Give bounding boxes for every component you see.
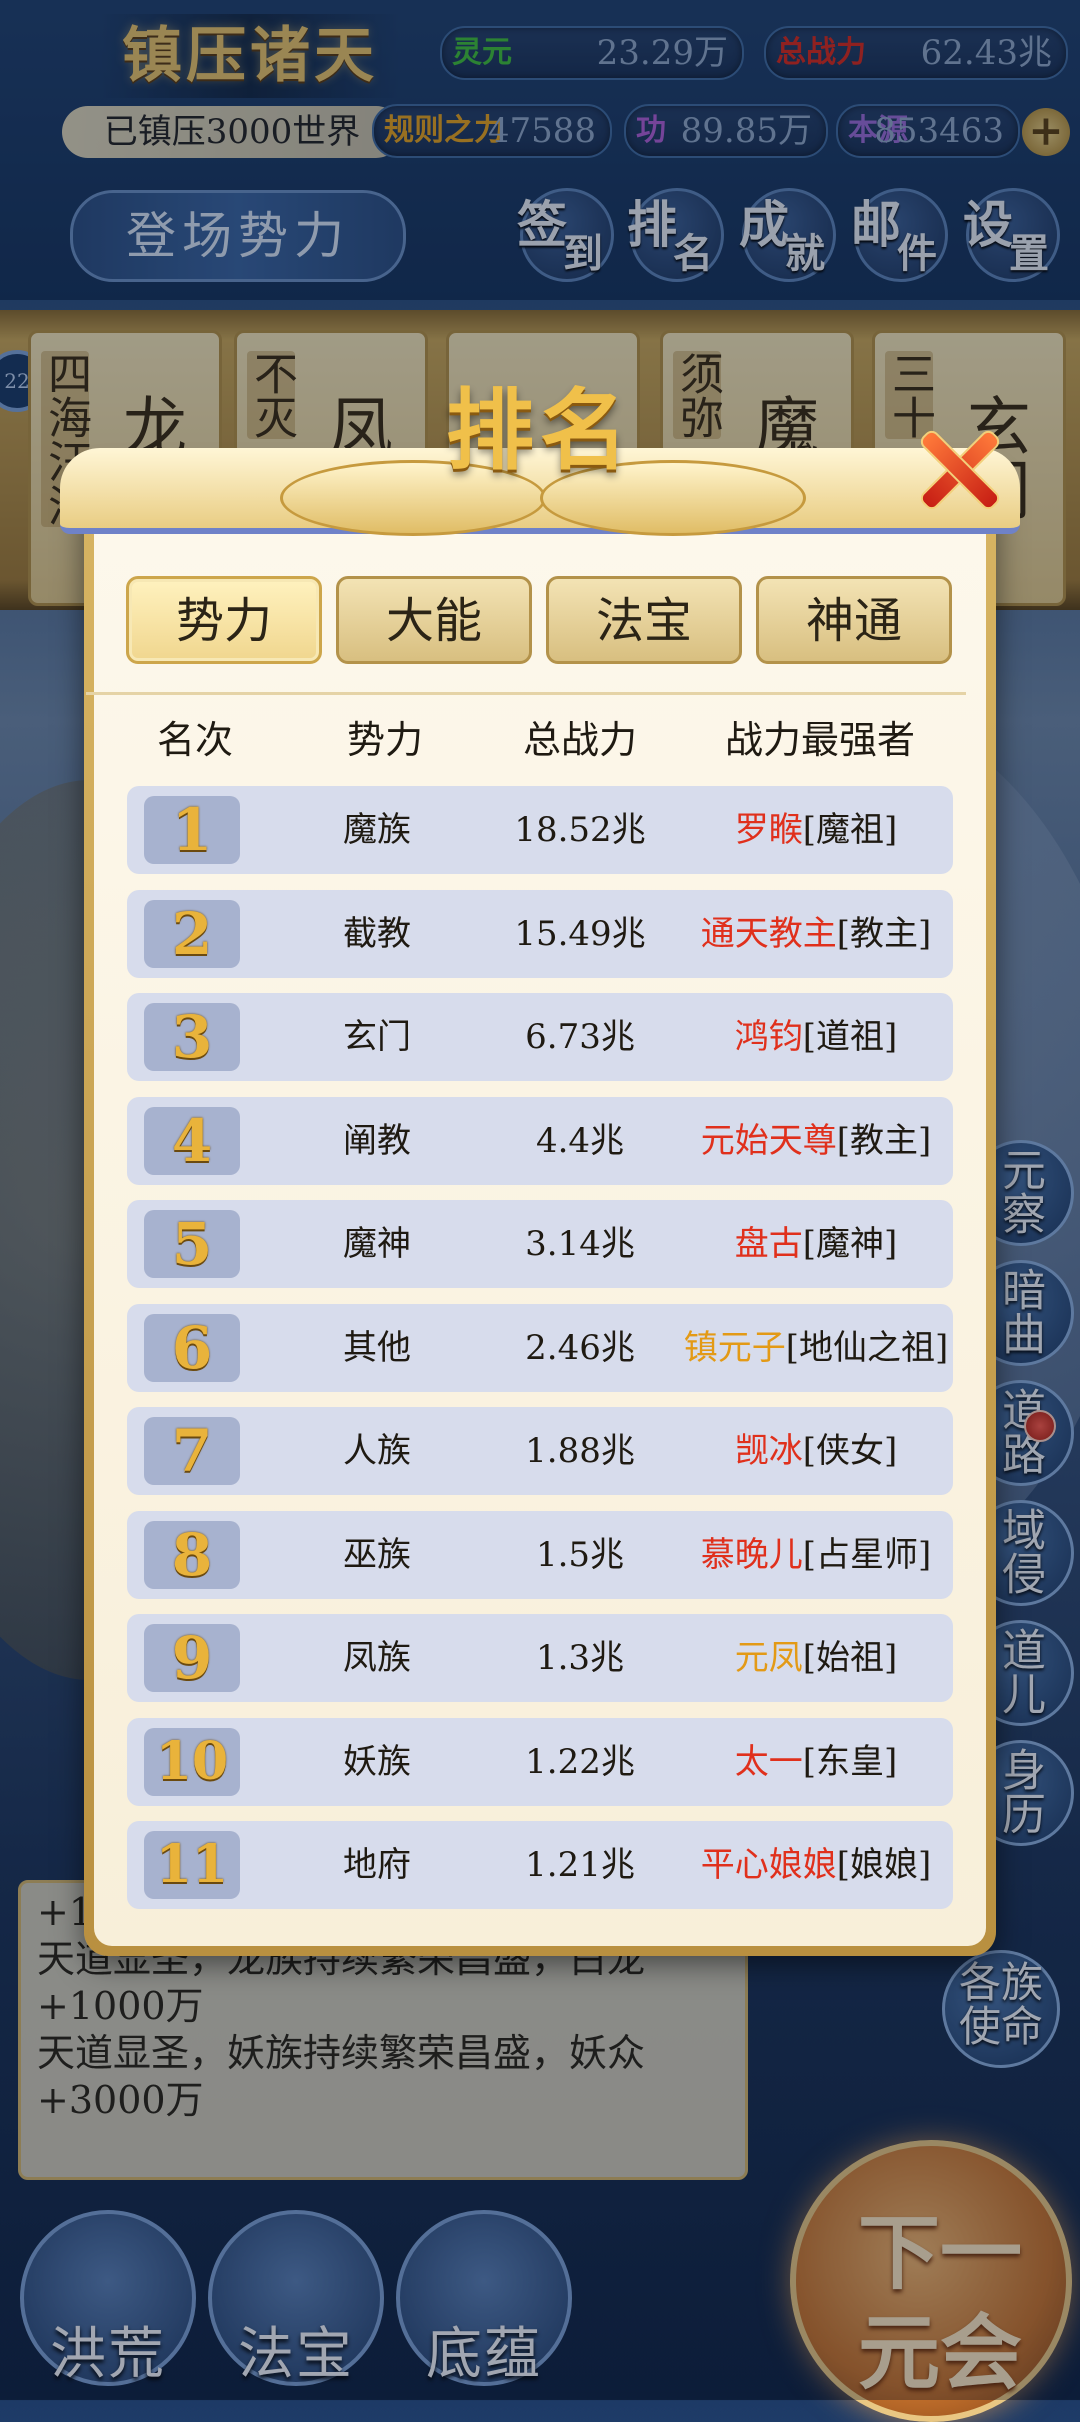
rank-number: 1 bbox=[144, 796, 240, 864]
tab-great-powers[interactable]: 大能 bbox=[336, 576, 532, 664]
strongest-cell: 平心娘娘[娘娘] bbox=[679, 1821, 953, 1909]
hero-name: 太一 bbox=[734, 1741, 803, 1782]
rank-number: 3 bbox=[144, 1003, 240, 1071]
force-name: 人族 bbox=[343, 1431, 411, 1471]
total-power: 1.88兆 bbox=[525, 1431, 635, 1471]
force-name: 妖族 bbox=[343, 1741, 411, 1782]
strongest-cell: 太一[东皇] bbox=[679, 1718, 953, 1806]
hero-name: 通天教主 bbox=[700, 913, 837, 954]
total-power: 6.73兆 bbox=[525, 1017, 635, 1057]
force-name: 阐教 bbox=[343, 1120, 411, 1161]
rank-number: 9 bbox=[144, 1624, 240, 1692]
force-name: 其他 bbox=[343, 1327, 411, 1368]
strongest-cell: 罗睺[魔祖] bbox=[679, 786, 953, 874]
strongest-cell: 镇元子[地仙之祖] bbox=[679, 1304, 953, 1392]
total-power: 1.5兆 bbox=[535, 1534, 625, 1575]
force-name: 巫族 bbox=[343, 1534, 411, 1575]
rank-number: 8 bbox=[144, 1520, 240, 1589]
strongest-cell: 鸿钧[道祖] bbox=[679, 993, 953, 1081]
hero-name: 罗睺 bbox=[734, 810, 803, 850]
total-power: 18.52兆 bbox=[514, 810, 646, 850]
strongest-cell: 盘古[魔神] bbox=[679, 1200, 953, 1288]
strongest-cell: 慕晚儿[占星师] bbox=[679, 1511, 953, 1599]
total-power: 3.14兆 bbox=[525, 1224, 635, 1264]
hero-name: 鸿钧 bbox=[734, 1017, 803, 1057]
table-row[interactable]: 10 妖族 1.22兆 太一[东皇] bbox=[127, 1717, 953, 1806]
table-row[interactable]: 9 凤族 1.3兆 元凤[始祖] bbox=[127, 1614, 953, 1702]
modal-title: 排名 bbox=[445, 378, 634, 482]
column-header-force: 势力 bbox=[346, 718, 423, 762]
column-header-strongest: 战力最强者 bbox=[724, 718, 915, 762]
force-name: 魔神 bbox=[343, 1224, 411, 1264]
hero-title: [始祖] bbox=[802, 1638, 898, 1678]
strongest-cell: 元始天尊[教主] bbox=[679, 1097, 953, 1185]
hero-name: 镇元子 bbox=[683, 1327, 786, 1368]
tab-forces[interactable]: 势力 bbox=[126, 576, 322, 664]
hero-name: 觊冰 bbox=[734, 1431, 803, 1471]
strongest-cell: 觊冰[侠女] bbox=[679, 1407, 953, 1495]
rank-number: 6 bbox=[144, 1313, 240, 1382]
force-name: 魔族 bbox=[343, 810, 411, 850]
total-power: 1.3兆 bbox=[535, 1638, 625, 1678]
strongest-cell: 元凤[始祖] bbox=[679, 1614, 953, 1702]
rank-number: 2 bbox=[144, 899, 240, 968]
hero-title: [占星师] bbox=[802, 1534, 932, 1575]
title-crest: 排名 bbox=[280, 350, 806, 540]
rank-number: 7 bbox=[144, 1417, 240, 1485]
hero-name: 元始天尊 bbox=[700, 1120, 837, 1161]
hero-name: 盘古 bbox=[734, 1224, 803, 1264]
rank-number: 4 bbox=[144, 1106, 240, 1175]
force-name: 地府 bbox=[343, 1845, 411, 1885]
hero-title: [教主] bbox=[836, 913, 932, 954]
total-power: 2.46兆 bbox=[525, 1327, 635, 1368]
column-header-rank: 名次 bbox=[156, 718, 233, 762]
hero-title: [地仙之祖] bbox=[785, 1327, 949, 1368]
table-row[interactable]: 2 截教 15.49兆 通天教主[教主] bbox=[127, 889, 953, 978]
tab-treasures[interactable]: 法宝 bbox=[546, 576, 742, 664]
table-row[interactable]: 5 魔神 3.14兆 盘古[魔神] bbox=[127, 1200, 953, 1288]
table-row[interactable]: 7 人族 1.88兆 觊冰[侠女] bbox=[127, 1407, 953, 1495]
hero-title: [侠女] bbox=[802, 1431, 898, 1471]
rank-number: 10 bbox=[144, 1727, 240, 1796]
total-power: 1.22兆 bbox=[525, 1741, 635, 1782]
hero-name: 元凤 bbox=[734, 1638, 803, 1678]
hero-title: [道祖] bbox=[802, 1017, 898, 1057]
tab-abilities[interactable]: 神通 bbox=[756, 576, 952, 664]
hero-title: [魔神] bbox=[802, 1224, 898, 1264]
rank-number: 11 bbox=[144, 1831, 240, 1899]
force-name: 截教 bbox=[343, 913, 411, 954]
total-power: 4.4兆 bbox=[535, 1120, 625, 1161]
force-name: 凤族 bbox=[343, 1638, 411, 1678]
table-row[interactable]: 1 魔族 18.52兆 罗睺[魔祖] bbox=[127, 786, 953, 874]
total-power: 15.49兆 bbox=[514, 913, 646, 954]
hero-title: [娘娘] bbox=[836, 1845, 932, 1885]
hero-name: 平心娘娘 bbox=[700, 1845, 837, 1885]
hero-name: 慕晚儿 bbox=[700, 1534, 803, 1575]
column-header-power: 总战力 bbox=[522, 718, 637, 762]
table-row[interactable]: 11 地府 1.21兆 平心娘娘[娘娘] bbox=[127, 1821, 953, 1909]
hero-title: [教主] bbox=[836, 1120, 932, 1161]
close-button[interactable] bbox=[910, 420, 1003, 513]
hero-title: [东皇] bbox=[802, 1741, 898, 1782]
total-power: 1.21兆 bbox=[525, 1845, 635, 1885]
table-row[interactable]: 3 玄门 6.73兆 鸿钧[道祖] bbox=[127, 993, 953, 1081]
table-row[interactable]: 4 阐教 4.4兆 元始天尊[教主] bbox=[127, 1096, 953, 1185]
table-row[interactable]: 8 巫族 1.5兆 慕晚儿[占星师] bbox=[127, 1510, 953, 1599]
rank-number: 5 bbox=[144, 1210, 240, 1278]
hero-title: [魔祖] bbox=[802, 810, 898, 850]
tab-divider bbox=[86, 692, 966, 695]
force-name: 玄门 bbox=[343, 1017, 411, 1057]
strongest-cell: 通天教主[教主] bbox=[679, 890, 953, 978]
table-row[interactable]: 6 其他 2.46兆 镇元子[地仙之祖] bbox=[127, 1303, 953, 1392]
